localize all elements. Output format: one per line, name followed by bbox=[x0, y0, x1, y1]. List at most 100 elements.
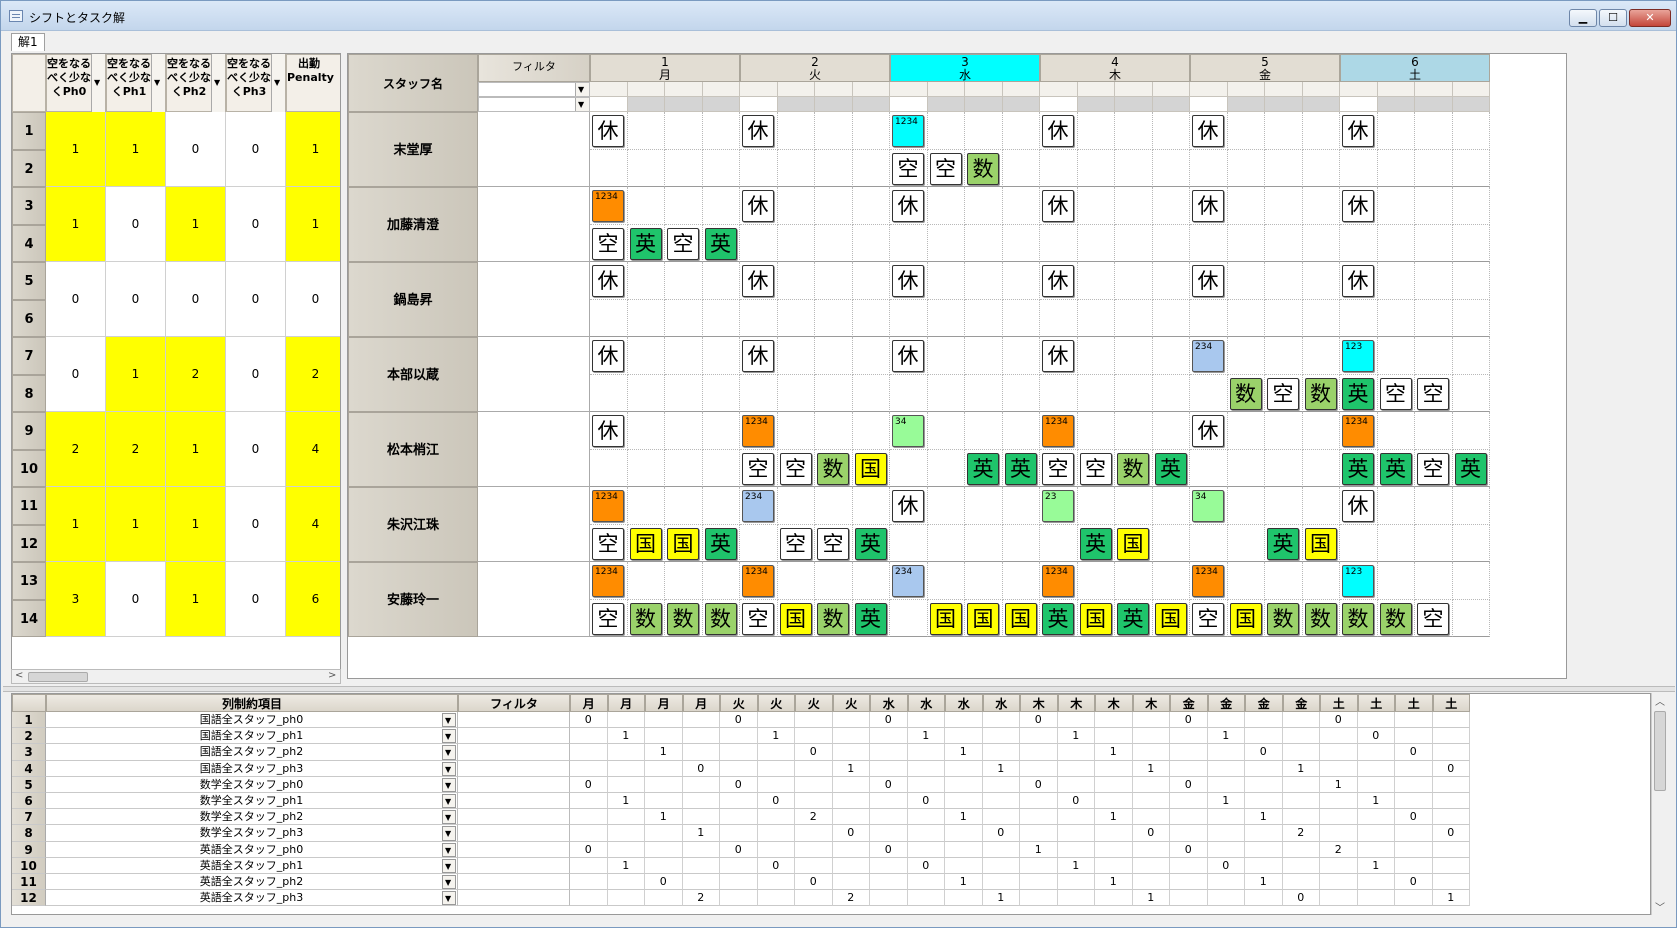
schedule-cell[interactable] bbox=[965, 187, 1003, 225]
schedule-cell[interactable] bbox=[1227, 337, 1265, 375]
task-tile[interactable]: 英 bbox=[1154, 452, 1187, 485]
constraint-value[interactable] bbox=[907, 809, 945, 826]
schedule-cell[interactable] bbox=[1190, 224, 1228, 262]
constraint-value[interactable]: 0 bbox=[1320, 712, 1358, 729]
constraint-value[interactable] bbox=[870, 728, 908, 745]
schedule-cell[interactable] bbox=[852, 487, 890, 525]
constraint-value[interactable] bbox=[1395, 841, 1433, 858]
schedule-cell[interactable] bbox=[1377, 524, 1415, 562]
schedule-cell[interactable] bbox=[1002, 149, 1040, 187]
constraint-value[interactable] bbox=[795, 712, 833, 729]
constraint-value[interactable] bbox=[1132, 809, 1170, 826]
constraint-value[interactable] bbox=[1395, 712, 1433, 729]
schedule-cell[interactable] bbox=[965, 412, 1003, 450]
constraint-label[interactable]: 英語全スタッフ_ph0 bbox=[46, 841, 458, 858]
constraint-label[interactable]: 国語全スタッフ_ph0 bbox=[46, 712, 458, 729]
schedule-cell[interactable] bbox=[1190, 449, 1228, 487]
schedule-cell[interactable] bbox=[965, 487, 1003, 525]
constraint-value[interactable] bbox=[1245, 728, 1283, 745]
penalty-cell[interactable]: 3 bbox=[46, 562, 106, 637]
task-tile[interactable]: 空 bbox=[1417, 452, 1449, 485]
constraint-value[interactable] bbox=[757, 890, 795, 907]
constraint-value[interactable]: 0 bbox=[907, 857, 945, 874]
penalty-cell[interactable]: 0 bbox=[166, 262, 226, 337]
shift-off-icon[interactable]: 休 bbox=[1042, 340, 1074, 372]
task-tile[interactable]: 空 bbox=[1379, 377, 1412, 410]
constraint-value[interactable]: 1 bbox=[1095, 744, 1133, 761]
constraint-value[interactable] bbox=[1282, 793, 1320, 810]
schedule-cell[interactable] bbox=[890, 599, 928, 637]
schedule-cell[interactable] bbox=[777, 412, 815, 450]
shift-off-icon[interactable]: 休 bbox=[1192, 265, 1224, 297]
schedule-cell[interactable] bbox=[927, 524, 965, 562]
task-tile[interactable]: 国 bbox=[854, 452, 887, 485]
constraint-value[interactable] bbox=[607, 874, 645, 891]
task-tile[interactable]: 数 bbox=[1267, 602, 1299, 635]
schedule-cell[interactable] bbox=[1002, 187, 1040, 225]
day-header[interactable]: 4木 bbox=[1040, 54, 1190, 82]
constraint-value[interactable] bbox=[982, 712, 1020, 729]
constraint-value[interactable]: 0 bbox=[1132, 825, 1170, 842]
constraint-value[interactable] bbox=[645, 712, 683, 729]
constraint-value[interactable] bbox=[757, 744, 795, 761]
schedule-cell[interactable] bbox=[1302, 412, 1340, 450]
constraint-value[interactable]: 0 bbox=[1057, 793, 1095, 810]
task-tile[interactable]: 空 bbox=[742, 452, 774, 485]
constraint-value[interactable] bbox=[1057, 874, 1095, 891]
schedule-cell[interactable] bbox=[1002, 299, 1040, 337]
constraint-value[interactable] bbox=[1357, 712, 1395, 729]
constraint-value[interactable]: 0 bbox=[795, 744, 833, 761]
penalty-cell[interactable]: 0 bbox=[286, 262, 340, 337]
schedule-cell[interactable] bbox=[627, 562, 665, 600]
task-tile[interactable]: 英 bbox=[1079, 527, 1112, 560]
constraint-value[interactable]: 1 bbox=[907, 728, 945, 745]
schedule-cell[interactable] bbox=[740, 149, 778, 187]
schedule-cell[interactable] bbox=[1452, 524, 1490, 562]
constraint-value[interactable]: 0 bbox=[1170, 712, 1208, 729]
constraint-value[interactable] bbox=[607, 760, 645, 777]
schedule-cell[interactable] bbox=[1265, 262, 1303, 300]
constraint-value[interactable] bbox=[1320, 793, 1358, 810]
shift-phases-badge[interactable]: 1234 bbox=[1192, 565, 1224, 597]
task-tile[interactable]: 英 bbox=[1342, 377, 1374, 410]
schedule-cell[interactable] bbox=[740, 299, 778, 337]
schedule-cell[interactable] bbox=[927, 487, 965, 525]
shift-off-icon[interactable]: 休 bbox=[742, 265, 774, 297]
constraint-value[interactable]: 0 bbox=[1170, 841, 1208, 858]
constraint-value[interactable] bbox=[1170, 760, 1208, 777]
constraint-value[interactable] bbox=[1245, 712, 1283, 729]
constraint-value[interactable]: 0 bbox=[795, 874, 833, 891]
constraint-value[interactable] bbox=[1245, 760, 1283, 777]
schedule-cell[interactable] bbox=[777, 487, 815, 525]
constraint-value[interactable] bbox=[945, 760, 983, 777]
task-tile[interactable]: 英 bbox=[967, 452, 999, 485]
constraint-value[interactable] bbox=[1207, 712, 1245, 729]
schedule-cell[interactable] bbox=[965, 337, 1003, 375]
task-tile[interactable]: 空 bbox=[1192, 602, 1224, 635]
constraint-value[interactable]: 2 bbox=[832, 890, 870, 907]
task-tile[interactable]: 英 bbox=[1342, 452, 1374, 485]
schedule-cell[interactable] bbox=[1152, 262, 1190, 300]
constraint-value[interactable]: 0 bbox=[645, 874, 683, 891]
constraint-value[interactable] bbox=[607, 744, 645, 761]
constraint-value[interactable] bbox=[1020, 744, 1058, 761]
schedule-cell[interactable] bbox=[1115, 412, 1153, 450]
schedule-cell[interactable] bbox=[1265, 449, 1303, 487]
schedule-cell[interactable] bbox=[702, 337, 740, 375]
shift-off-icon[interactable]: 休 bbox=[592, 415, 624, 447]
constraint-value[interactable] bbox=[1132, 728, 1170, 745]
schedule-cell[interactable] bbox=[852, 224, 890, 262]
schedule-cell[interactable] bbox=[1190, 299, 1228, 337]
day-header[interactable]: 2火 bbox=[740, 54, 890, 82]
constraint-value[interactable] bbox=[795, 776, 833, 793]
constraint-value[interactable] bbox=[570, 760, 608, 777]
shift-phases-badge[interactable]: 1234 bbox=[592, 565, 624, 597]
schedule-cell[interactable] bbox=[852, 562, 890, 600]
schedule-cell[interactable] bbox=[777, 299, 815, 337]
constraint-value[interactable] bbox=[1020, 793, 1058, 810]
constraint-value[interactable] bbox=[1170, 825, 1208, 842]
filter-input[interactable] bbox=[478, 82, 590, 97]
schedule-cell[interactable] bbox=[1115, 262, 1153, 300]
vertical-scrollbar[interactable]: ︿ ﹀ bbox=[1651, 693, 1667, 915]
constraint-value[interactable]: 0 bbox=[1395, 809, 1433, 826]
